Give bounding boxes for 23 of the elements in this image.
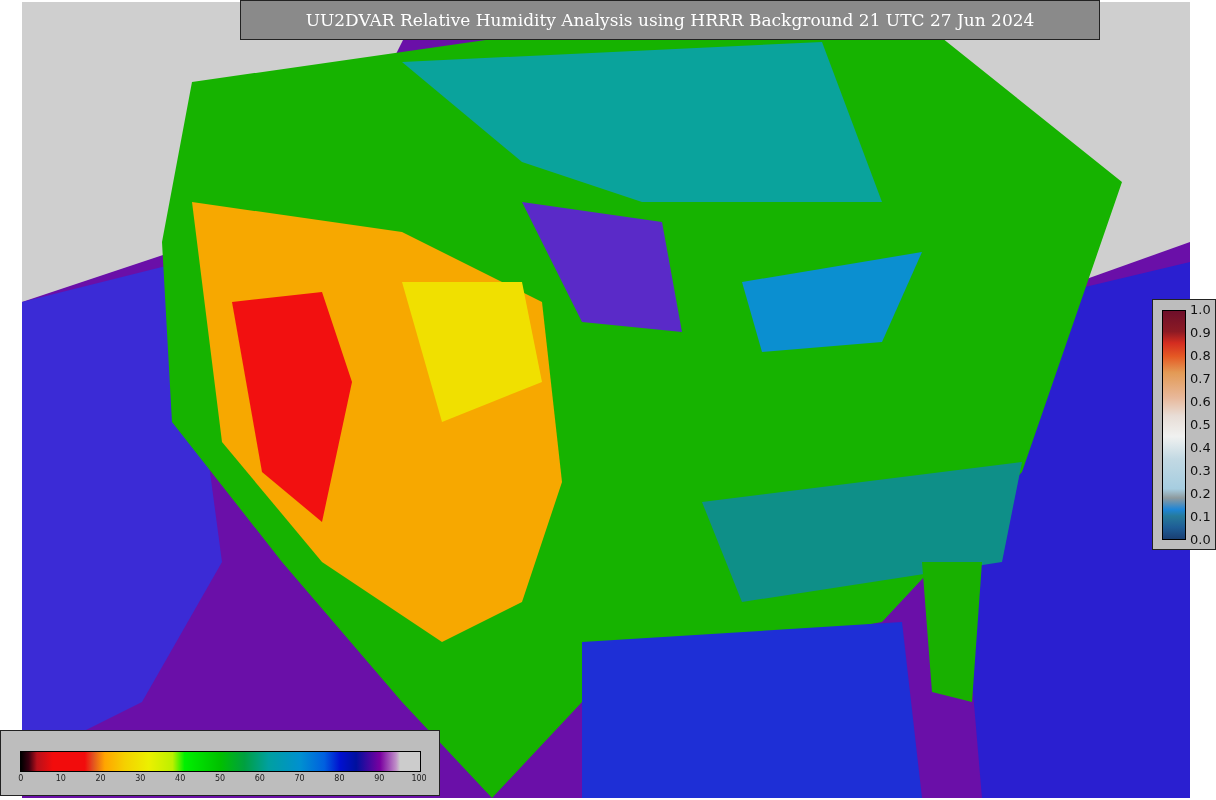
tick-label: 100 xyxy=(410,774,428,783)
tick-label: 0.3 xyxy=(1190,462,1211,480)
tick-label: 0.0 xyxy=(1190,531,1211,549)
tick-label: 30 xyxy=(134,774,147,783)
tick-label: 0.4 xyxy=(1190,439,1211,457)
tick-label: 1.0 xyxy=(1190,301,1211,319)
tick-label: 0.1 xyxy=(1190,508,1211,526)
tick-label: 20 xyxy=(94,774,107,783)
tick-label: 0.6 xyxy=(1190,393,1211,411)
map-title: UU2DVAR Relative Humidity Analysis using HRRR Background 21 UTC 27 Jun 2024 xyxy=(240,0,1100,40)
tick-label: 10 xyxy=(54,774,67,783)
tick-label: 80 xyxy=(333,774,346,783)
tick-label: 70 xyxy=(293,774,306,783)
tick-label: 0.8 xyxy=(1190,347,1211,365)
tick-label: 40 xyxy=(174,774,187,783)
tick-label: 0.5 xyxy=(1190,416,1211,434)
tick-label: 90 xyxy=(373,774,386,783)
tick-label: 0.9 xyxy=(1190,324,1211,342)
tick-label: 0 xyxy=(17,774,25,783)
tick-label: 50 xyxy=(213,774,227,783)
tick-label: 0.2 xyxy=(1190,485,1211,503)
tick-label: 60 xyxy=(253,774,266,783)
tick-label: 0.7 xyxy=(1190,370,1211,388)
